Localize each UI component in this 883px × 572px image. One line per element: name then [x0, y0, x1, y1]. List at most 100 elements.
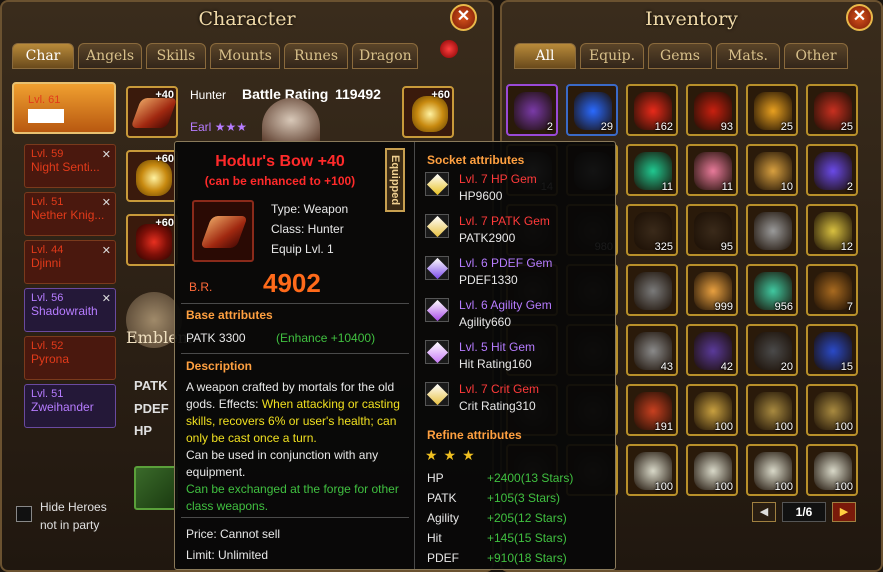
helmet-slot[interactable]: +60: [402, 86, 454, 138]
inventory-slot[interactable]: 100: [806, 444, 858, 496]
prev-page-button[interactable]: ◀: [752, 502, 776, 522]
gem-value: HP9600: [459, 189, 503, 203]
inventory-slot[interactable]: [626, 264, 678, 316]
hide-heroes-label: Hide Heroes not in party: [40, 498, 107, 534]
item-icon-frame: [192, 200, 254, 262]
inventory-slot[interactable]: 95: [686, 204, 738, 256]
inventory-slot[interactable]: 42: [686, 324, 738, 376]
inventory-slot[interactable]: 20: [746, 324, 798, 376]
tab-other[interactable]: Other: [784, 43, 848, 69]
hero-name: Shadowraith: [31, 304, 98, 318]
tab-angels[interactable]: Angels: [78, 43, 142, 69]
battle-rating-value: 119492: [335, 86, 381, 102]
item-limit: Limit: Unlimited: [186, 548, 269, 562]
gem-value: Agility660: [459, 315, 512, 329]
tab-runes[interactable]: Runes: [284, 43, 348, 69]
item-count: 2: [846, 181, 853, 193]
inventory-slot[interactable]: 100: [626, 444, 678, 496]
inventory-slot[interactable]: 11: [626, 144, 678, 196]
inventory-slot[interactable]: 29: [566, 84, 618, 136]
gem-name: Lvl. 6 PDEF Gem: [459, 256, 553, 270]
next-page-button[interactable]: ▶: [832, 502, 856, 522]
inventory-slot[interactable]: 12: [806, 204, 858, 256]
item-count: 100: [774, 481, 793, 493]
refine-row: Hit +145(15 Stars): [427, 531, 617, 545]
inventory-slot[interactable]: 100: [806, 384, 858, 436]
inventory-slot[interactable]: 162: [626, 84, 678, 136]
inventory-slot[interactable]: 15: [806, 324, 858, 376]
hero-card[interactable]: Lvl. 56 Shadowraith ✕: [24, 288, 116, 332]
tab-all[interactable]: All: [514, 43, 576, 69]
inventory-slot[interactable]: 7: [806, 264, 858, 316]
inventory-slot[interactable]: 2: [506, 84, 558, 136]
character-close-button[interactable]: ✕: [450, 4, 477, 31]
inventory-slot[interactable]: 100: [746, 444, 798, 496]
item-count: 42: [720, 361, 733, 373]
item-name: Hodur's Bow +40: [215, 153, 345, 170]
inventory-slot[interactable]: 93: [686, 84, 738, 136]
inventory-slot[interactable]: 100: [746, 384, 798, 436]
green-arrow-item-icon[interactable]: [134, 466, 178, 510]
crossed-swords-icon: ✕: [101, 245, 111, 257]
tab-dragon[interactable]: Dragon: [352, 43, 418, 69]
inventory-slot[interactable]: 956: [746, 264, 798, 316]
item-equip-level: Equip Lvl. 1: [271, 242, 334, 256]
description-usage: Can be used in conjunction with any equi…: [186, 448, 379, 479]
hide-heroes-checkbox[interactable]: [16, 506, 32, 522]
refine-row: PDEF +910(18 Stars): [427, 551, 617, 565]
inventory-slot[interactable]: 100: [686, 384, 738, 436]
inventory-slot[interactable]: 25: [806, 84, 858, 136]
tab-mats[interactable]: Mats.: [716, 43, 780, 69]
inventory-slot[interactable]: 25: [746, 84, 798, 136]
gem-icon: [425, 214, 449, 238]
item-count: 956: [774, 301, 793, 313]
gem-icon: [425, 256, 449, 280]
inventory-pager: ◀ 1/6 ▶: [752, 502, 856, 522]
tab-equip[interactable]: Equip.: [580, 43, 644, 69]
enhance-note: (can be enhanced to +100): [204, 174, 356, 188]
hero-card[interactable]: Lvl. 51 Nether Knig... ✕: [24, 192, 116, 236]
hero-name: Djinni: [31, 256, 62, 270]
stat-hp-label: HP: [134, 423, 153, 438]
boots-slot[interactable]: +60: [126, 214, 178, 266]
item-count: 2: [546, 121, 553, 133]
hero-level: Lvl. 51: [31, 196, 64, 208]
hero-card[interactable]: Lvl. 44 Djinni ✕: [24, 240, 116, 284]
inventory-slot[interactable]: 11: [686, 144, 738, 196]
hero-card[interactable]: Lvl. 51 Zweihander: [24, 384, 116, 428]
equipped-badge: Equipped: [385, 148, 405, 212]
inventory-slot[interactable]: 2: [806, 144, 858, 196]
hero-level: Lvl. 51: [31, 388, 64, 400]
item-count: 25: [840, 121, 853, 133]
inventory-slot[interactable]: 999: [686, 264, 738, 316]
refine-row: PATK +105(3 Stars): [427, 491, 617, 505]
socket-row: Lvl. 6 Agility Gem Agility660: [425, 298, 552, 329]
inventory-slot[interactable]: [746, 204, 798, 256]
armor-slot[interactable]: +60: [126, 150, 178, 202]
character-title: Character: [198, 8, 296, 30]
inventory-slot[interactable]: 10: [746, 144, 798, 196]
base-attributes-title: Base attributes: [186, 308, 273, 322]
item-count: 95: [720, 241, 733, 253]
weapon-slot[interactable]: +40: [126, 86, 178, 138]
inventory-slot[interactable]: 100: [686, 444, 738, 496]
tab-skills[interactable]: Skills: [146, 43, 206, 69]
crossed-swords-icon: ✕: [101, 149, 111, 161]
tab-char[interactable]: Char: [12, 43, 74, 69]
inventory-slot[interactable]: 43: [626, 324, 678, 376]
inventory-close-button[interactable]: ✕: [846, 4, 873, 31]
item-class: Class: Hunter: [271, 222, 344, 236]
active-hero-card[interactable]: Lvl. 61: [12, 82, 116, 134]
item-type: Type: Weapon: [271, 202, 349, 216]
red-gem-icon[interactable]: [440, 40, 458, 58]
tab-gems[interactable]: Gems: [648, 43, 712, 69]
hero-card[interactable]: Lvl. 59 Night Senti... ✕: [24, 144, 116, 188]
inventory-slot[interactable]: 191: [626, 384, 678, 436]
refine-value: +910(18 Stars): [487, 551, 567, 565]
tab-mounts[interactable]: Mounts: [210, 43, 280, 69]
hero-name: Zweihander: [31, 400, 94, 414]
inventory-slot[interactable]: 325: [626, 204, 678, 256]
hero-card[interactable]: Lvl. 52 Pyrona: [24, 336, 116, 380]
hero-level: Lvl. 59: [31, 148, 64, 160]
inventory-tabs: All Equip. Gems Mats. Other: [514, 43, 848, 69]
